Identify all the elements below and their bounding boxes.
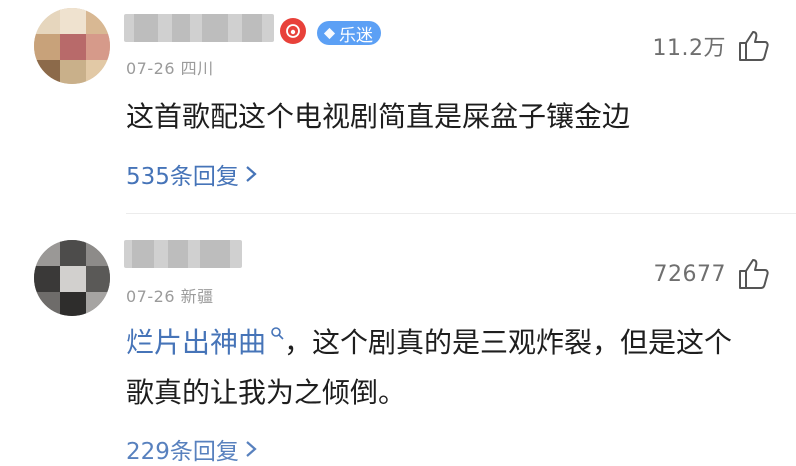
replies-count: 229条回复 — [126, 439, 239, 465]
avatar[interactable] — [34, 8, 110, 84]
replies-count: 535条回复 — [126, 164, 239, 190]
like-button[interactable]: 11.2万 — [653, 28, 773, 64]
username-blurred[interactable] — [124, 14, 274, 42]
chevron-right-icon — [246, 166, 257, 182]
comment-item-2: 07-26 新疆 72677 烂片出神曲 ，这个剧真的是三观炸裂，但是这个歌真的让… — [0, 214, 796, 465]
comment-meta: 07-26 新疆 — [126, 283, 214, 307]
replies-link[interactable]: 229条回复 — [126, 432, 257, 466]
username-blurred[interactable] — [124, 240, 242, 268]
comment-region: 四川 — [180, 59, 214, 78]
comment-item-1: 乐迷 07-26 四川 11.2万 这首歌配这个电视剧简直是屎盆子镶金边 535… — [0, 0, 796, 214]
comment-text: 烂片出神曲 ，这个剧真的是三观炸裂，但是这个歌真的让我为之倾倒。 — [126, 318, 756, 418]
music-note-icon — [280, 18, 306, 44]
thumbs-up-icon[interactable] — [736, 256, 772, 292]
comment-date: 07-26 — [126, 287, 175, 306]
level-badge: 乐迷 — [317, 21, 381, 46]
like-count: 11.2万 — [652, 36, 726, 61]
replies-link[interactable]: 535条回复 — [126, 157, 257, 191]
thumbs-up-icon[interactable] — [736, 28, 772, 64]
level-badge-label: 乐迷 — [339, 25, 373, 46]
gem-icon — [323, 27, 336, 39]
avatar[interactable] — [34, 240, 110, 316]
like-count: 72677 — [653, 261, 726, 287]
comment-meta: 07-26 四川 — [126, 55, 214, 79]
comment-region: 新疆 — [180, 287, 214, 306]
like-button[interactable]: 72677 — [654, 256, 773, 292]
chevron-right-icon — [246, 441, 257, 457]
comment-text: 这首歌配这个电视剧简直是屎盆子镶金边 — [126, 100, 631, 133]
search-icon — [271, 327, 284, 340]
topic-tag-link[interactable]: 烂片出神曲 — [126, 326, 266, 359]
comment-date: 07-26 — [126, 59, 175, 78]
